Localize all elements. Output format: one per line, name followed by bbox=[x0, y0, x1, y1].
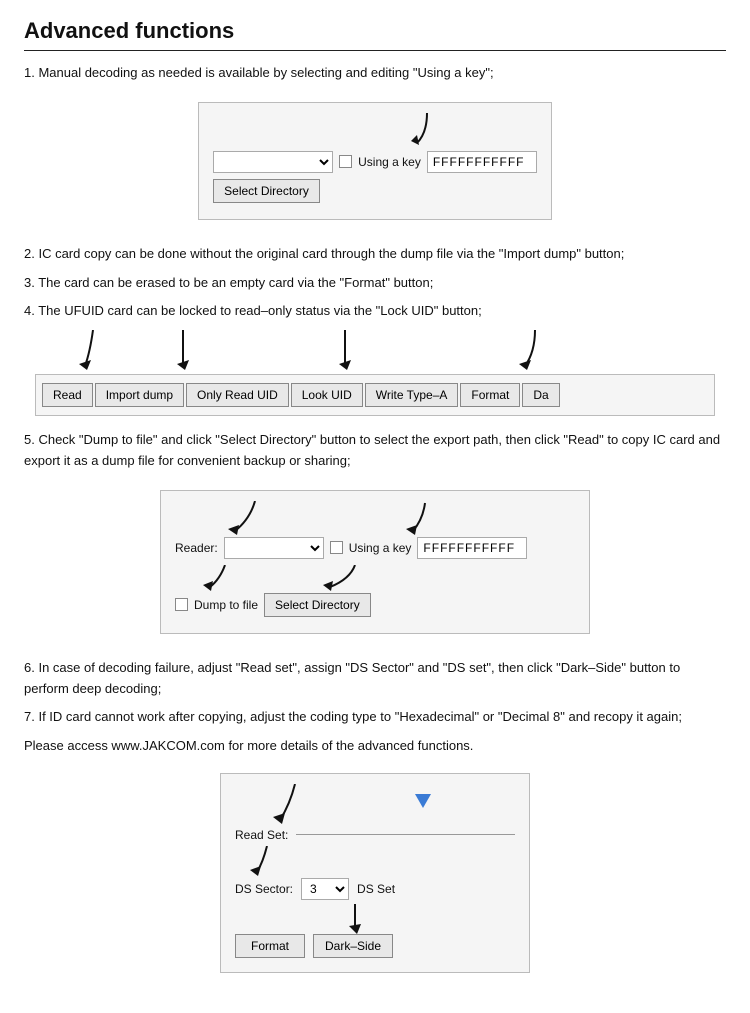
section2-line3: 4. The UFUID card can be locked to read–… bbox=[24, 301, 726, 322]
ui1-checkbox-label: Using a key bbox=[358, 155, 421, 169]
ui3-reader-select[interactable] bbox=[224, 537, 324, 559]
ui2-only-read-uid-button[interactable]: Only Read UID bbox=[186, 383, 289, 407]
section6-line1: 6. In case of decoding failure, adjust "… bbox=[24, 658, 726, 700]
arrow1-svg bbox=[397, 113, 457, 149]
ui1-box: Using a key Select Directory bbox=[198, 102, 552, 220]
section5-text: 5. Check "Dump to file" and click "Selec… bbox=[24, 430, 726, 472]
ui2-import-dump-button[interactable]: Import dump bbox=[95, 383, 184, 407]
section2-line1: 2. IC card copy can be done without the … bbox=[24, 244, 726, 265]
ui1-key-input[interactable] bbox=[427, 151, 537, 173]
ui2-read-button[interactable]: Read bbox=[42, 383, 93, 407]
ui3-select-directory-button[interactable]: Select Directory bbox=[264, 593, 371, 617]
ui3-dump-label: Dump to file bbox=[194, 598, 258, 612]
ui2-da-button[interactable]: Da bbox=[522, 383, 559, 407]
page-title: Advanced functions bbox=[24, 18, 726, 51]
ui4-ds-set-label: DS Set bbox=[357, 882, 395, 896]
ui3-checkbox[interactable] bbox=[330, 541, 343, 554]
arrows3-svg bbox=[175, 501, 575, 537]
section1: 1. Manual decoding as needed is availabl… bbox=[24, 63, 726, 230]
section2-line2: 3. The card can be erased to be an empty… bbox=[24, 273, 726, 294]
ui2-write-type-a-button[interactable]: Write Type–A bbox=[365, 383, 459, 407]
ui4-ds-sector-select[interactable]: 3 bbox=[301, 878, 349, 900]
arrows6-svg bbox=[235, 846, 515, 878]
section6: 6. In case of decoding failure, adjust "… bbox=[24, 658, 726, 981]
arrows4-svg bbox=[175, 565, 575, 593]
ui4-format-button[interactable]: Format bbox=[235, 934, 305, 958]
ui1-checkbox[interactable] bbox=[339, 155, 352, 168]
ui2-buttons-container: Read Import dump Only Read UID Look UID … bbox=[35, 374, 715, 416]
ui4-ds-sector-label: DS Sector: bbox=[235, 882, 293, 896]
section5: 5. Check "Dump to file" and click "Selec… bbox=[24, 430, 726, 644]
arrows5-svg bbox=[235, 784, 515, 828]
section1-text: 1. Manual decoding as needed is availabl… bbox=[24, 63, 726, 84]
ui3-dump-checkbox[interactable] bbox=[175, 598, 188, 611]
ui4-readset-label: Read Set: bbox=[235, 828, 288, 842]
ui4-darkside-button[interactable]: Dark–Side bbox=[313, 934, 393, 958]
ui4-box: Read Set: DS Sector: 3 DS Set bbox=[220, 773, 530, 973]
ui2-look-uid-button[interactable]: Look UID bbox=[291, 383, 363, 407]
section6-line3: Please access www.JAKCOM.com for more de… bbox=[24, 736, 726, 757]
arrows7-svg bbox=[315, 904, 435, 934]
ui3-key-input[interactable] bbox=[417, 537, 527, 559]
ui3-checkbox-label: Using a key bbox=[349, 541, 412, 555]
arrows2-svg bbox=[35, 330, 715, 374]
ui3-box: Reader: Using a key Dump to f bbox=[160, 490, 590, 634]
ui1-select-directory-button[interactable]: Select Directory bbox=[213, 179, 320, 203]
section6-line2: 7. If ID card cannot work after copying,… bbox=[24, 707, 726, 728]
ui3-reader-label: Reader: bbox=[175, 541, 218, 555]
section234: 2. IC card copy can be done without the … bbox=[24, 244, 726, 416]
ui2-format-button[interactable]: Format bbox=[460, 383, 520, 407]
ui1-select[interactable] bbox=[213, 151, 333, 173]
